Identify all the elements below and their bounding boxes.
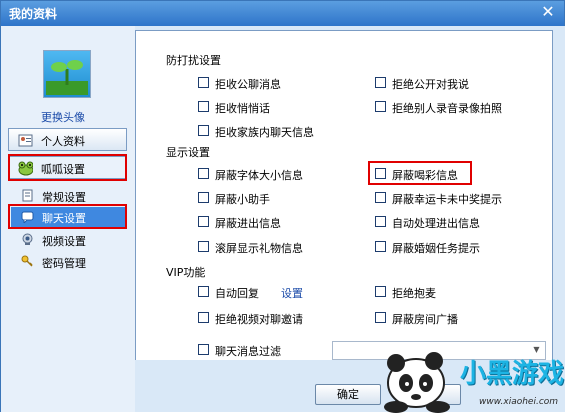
highlight-box xyxy=(368,161,472,185)
checkbox[interactable] xyxy=(198,312,209,323)
auto-reply-settings-link[interactable]: 设置 xyxy=(281,285,303,301)
highlight-box xyxy=(8,154,127,181)
sprout-icon xyxy=(46,60,88,95)
checkbox[interactable] xyxy=(198,286,209,297)
option-label: 屏蔽房间广播 xyxy=(392,313,458,326)
sidebar: 更换头像 个人资料 呱呱设置 常规设置 聊天设置 视频设置 密码管理 xyxy=(1,26,135,412)
checkbox[interactable] xyxy=(375,192,386,203)
option-label: 拒绝视频对聊邀请 xyxy=(215,313,303,326)
option-label: 拒绝公开对我说 xyxy=(392,78,469,91)
watermark-url: www.xiaohei.com xyxy=(479,397,559,407)
option-label: 屏蔽进出信息 xyxy=(215,217,281,230)
checkbox[interactable] xyxy=(198,192,209,203)
checkbox[interactable] xyxy=(198,216,209,227)
option-label: 屏蔽字体大小信息 xyxy=(215,169,303,182)
section-title-anti-disturb: 防打扰设置 xyxy=(166,54,221,67)
settings-window: 我的资料 ✕ 更换头像 个人资料 呱呱设置 常规设置 聊天设置 视频设置 密码管… xyxy=(0,0,565,413)
webcam-icon xyxy=(22,233,33,245)
highlight-box xyxy=(8,204,127,229)
checkbox[interactable] xyxy=(375,241,386,252)
checkbox[interactable] xyxy=(198,241,209,252)
watermark-logo: 小黑游戏 xyxy=(460,359,565,389)
option-label: 滚屏显示礼物信息 xyxy=(215,242,303,255)
window-title: 我的资料 xyxy=(9,7,58,21)
option-label: 自动回复 xyxy=(215,287,259,300)
checkbox[interactable] xyxy=(198,125,209,136)
sidebar-item-password[interactable]: 密码管理 xyxy=(11,252,127,272)
sidebar-item-label: 个人资料 xyxy=(41,135,85,148)
checkbox[interactable] xyxy=(198,168,209,179)
checkbox[interactable] xyxy=(198,77,209,88)
sidebar-item-label: 视频设置 xyxy=(42,235,86,248)
checkbox[interactable] xyxy=(375,101,386,112)
sidebar-item-video-settings[interactable]: 视频设置 xyxy=(11,230,127,250)
sidebar-item-general-settings[interactable]: 常规设置 xyxy=(11,186,127,206)
checkbox[interactable] xyxy=(198,344,209,355)
checkbox[interactable] xyxy=(198,101,209,112)
option-label: 屏蔽幸运卡未中奖提示 xyxy=(392,193,502,206)
profile-card-icon xyxy=(18,134,33,147)
checkbox[interactable] xyxy=(375,312,386,323)
sidebar-item-label: 常规设置 xyxy=(42,191,86,204)
document-icon xyxy=(22,189,33,202)
option-label: 聊天消息过滤 xyxy=(215,345,281,358)
checkbox[interactable] xyxy=(375,77,386,88)
section-title-display: 显示设置 xyxy=(166,146,210,159)
option-label: 拒收悄悄话 xyxy=(215,102,270,115)
option-label: 自动处理进出信息 xyxy=(392,217,480,230)
option-label: 拒收家族内聊天信息 xyxy=(215,126,314,139)
option-label: 屏蔽小助手 xyxy=(215,193,270,206)
sidebar-item-profile[interactable]: 个人资料 xyxy=(8,128,127,151)
settings-panel: 防打扰设置 拒收公聊消息 拒绝公开对我说 拒收悄悄话 拒绝别人录音录像拍照 拒收… xyxy=(135,30,553,385)
change-avatar-link[interactable]: 更换头像 xyxy=(41,109,85,125)
checkbox[interactable] xyxy=(375,216,386,227)
key-icon xyxy=(21,255,33,267)
option-label: 拒绝抱麦 xyxy=(392,287,436,300)
option-label: 拒绝别人录音录像拍照 xyxy=(392,102,502,115)
title-bar[interactable]: 我的资料 ✕ xyxy=(1,1,564,26)
option-label: 拒收公聊消息 xyxy=(215,78,281,91)
sidebar-item-label: 密码管理 xyxy=(42,257,86,270)
option-label: 屏蔽婚姻任务提示 xyxy=(392,242,480,255)
checkbox[interactable] xyxy=(375,286,386,297)
avatar[interactable] xyxy=(43,50,91,98)
close-icon[interactable]: ✕ xyxy=(540,4,556,20)
section-title-vip: VIP功能 xyxy=(166,266,206,279)
